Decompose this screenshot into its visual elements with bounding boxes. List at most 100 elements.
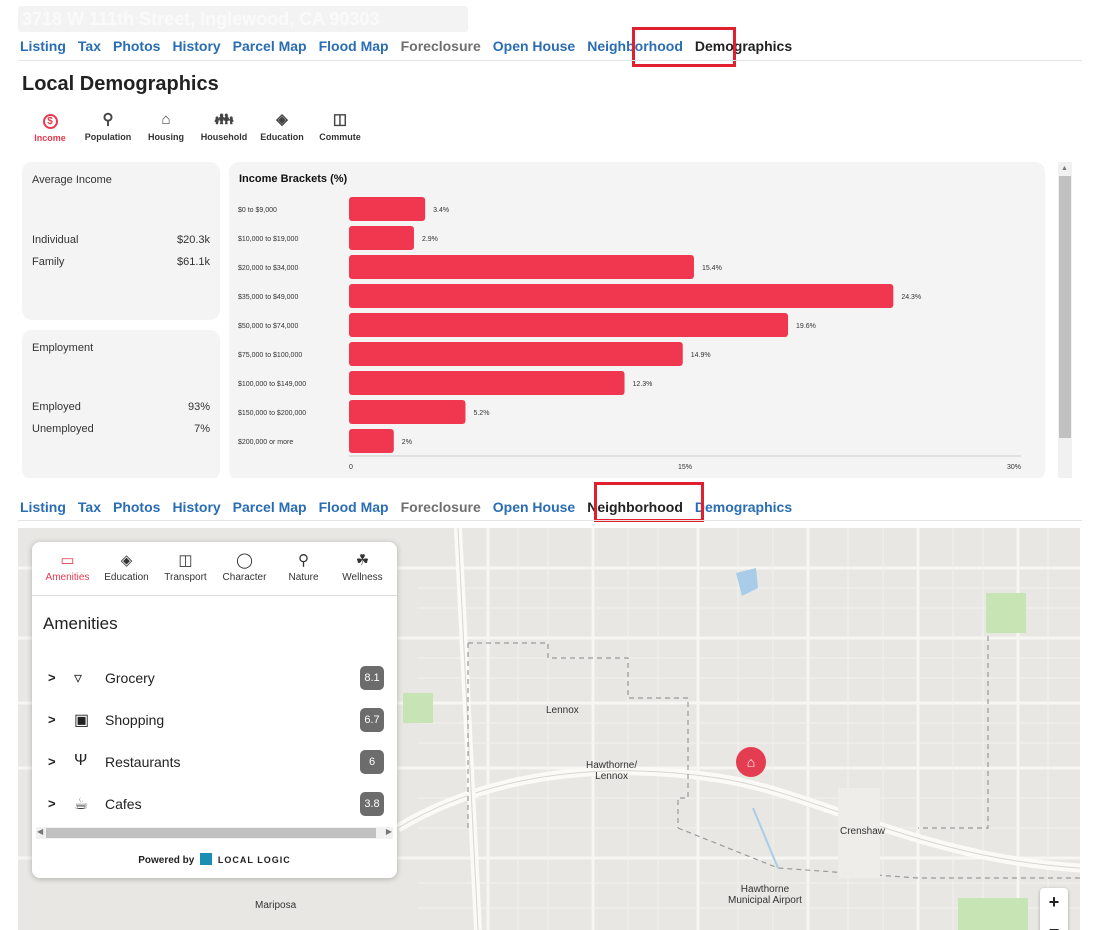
tab-demographics[interactable]: Demographics: [695, 499, 792, 515]
tab-photos[interactable]: Photos: [113, 38, 160, 54]
map-label-airport: Hawthorne Municipal Airport: [728, 884, 802, 906]
category-label: Education: [260, 132, 304, 142]
category-label: Commute: [319, 132, 361, 142]
card-title: Average Income: [32, 174, 112, 186]
panel-divider: [32, 595, 397, 596]
income-bar: [349, 255, 694, 279]
tab-foreclosure[interactable]: Foreclosure: [401, 38, 481, 54]
home-pin-icon[interactable]: ⌂: [736, 747, 766, 777]
row-label: Family: [32, 256, 65, 268]
chevron-right-icon[interactable]: >: [48, 670, 56, 685]
tab-listing[interactable]: Listing: [20, 499, 66, 515]
family-icon: 👪︎: [214, 111, 234, 128]
scrollbar-thumb[interactable]: [46, 828, 376, 838]
scroll-right-arrow[interactable]: ▶: [386, 827, 392, 836]
score-badge: 3.8: [360, 792, 384, 816]
x-tick-label: 0: [349, 464, 353, 471]
tab-tax[interactable]: Tax: [78, 499, 101, 515]
bracket-label: $50,000 to $74,000: [238, 323, 298, 330]
bar-value-label: 2%: [402, 439, 412, 446]
utensils-icon: Ψ: [74, 752, 88, 769]
income-bar: [349, 284, 894, 308]
brand-name: LOCAL LOGIC: [217, 855, 291, 865]
chevron-right-icon[interactable]: >: [48, 712, 56, 727]
zoom-controls: + −: [1040, 888, 1068, 930]
scroll-up-arrow[interactable]: ▲: [1061, 165, 1068, 172]
map-label-hawthorne-lennox: Hawthorne/ Lennox: [586, 760, 638, 782]
park: [986, 593, 1026, 633]
bracket-label: $20,000 to $34,000: [238, 265, 298, 272]
score-badge: 8.1: [360, 666, 384, 690]
employment-card: Employment Employed 93% Unemployed 7%: [22, 330, 220, 478]
tab-character[interactable]: ◯ Character: [215, 552, 274, 583]
tab-label: Education: [104, 572, 149, 583]
category-population[interactable]: ⚲ Population: [80, 112, 136, 143]
tab-open-house[interactable]: Open House: [493, 38, 575, 54]
tab-label: Character: [222, 572, 267, 583]
tab-parcel-map[interactable]: Parcel Map: [233, 38, 307, 54]
tab-label: Amenities: [45, 572, 90, 583]
map-label-mariposa: Mariposa: [255, 900, 297, 911]
tab-history[interactable]: History: [172, 38, 220, 54]
tab-label: Nature: [288, 572, 319, 583]
category-label: Housing: [148, 132, 184, 142]
neighborhood-category-tabs: ▭ Amenities ◈ Education ◫ Transport ◯ Ch…: [38, 552, 392, 583]
income-bar: [349, 197, 426, 221]
category-commute[interactable]: ◫ Commute: [312, 112, 368, 143]
scrollbar-thumb[interactable]: [1059, 176, 1071, 438]
tab-parcel-map[interactable]: Parcel Map: [233, 499, 307, 515]
demographics-view: 3718 W 111th Street, Inglewood, CA 90303…: [0, 0, 1098, 478]
zoom-out-button[interactable]: −: [1040, 916, 1068, 930]
tab-open-house[interactable]: Open House: [493, 499, 575, 515]
vertical-scrollbar[interactable]: ▲: [1058, 162, 1072, 478]
tab-label: Wellness: [342, 572, 383, 583]
bracket-label: $35,000 to $49,000: [238, 294, 298, 301]
tab-tax[interactable]: Tax: [78, 38, 101, 54]
row-value: 93%: [187, 401, 210, 413]
category-income[interactable]: $ Income: [22, 112, 78, 143]
amenity-row-cafes[interactable]: > ☕︎ Cafes 3.8: [48, 790, 384, 820]
people-search-icon: ⚲: [102, 111, 114, 128]
tab-flood-map[interactable]: Flood Map: [319, 499, 389, 515]
category-housing[interactable]: ⌂ Housing: [138, 112, 194, 143]
category-household[interactable]: 👪︎ Household: [196, 112, 252, 143]
map-label-lennox: Lennox: [546, 705, 579, 716]
tab-education[interactable]: ◈ Education: [97, 552, 156, 583]
amenity-row-grocery[interactable]: > ▿ Grocery 8.1: [48, 664, 384, 694]
tab-foreclosure[interactable]: Foreclosure: [401, 499, 481, 515]
chevron-right-icon[interactable]: >: [48, 796, 56, 811]
chevron-right-icon[interactable]: >: [48, 754, 56, 769]
bracket-label: $100,000 to $149,000: [238, 381, 306, 388]
local-logic-logo-icon: [200, 853, 213, 865]
amenity-row-restaurants[interactable]: > Ψ Restaurants 6: [48, 748, 384, 778]
tab-nature[interactable]: ⚲ Nature: [274, 552, 333, 583]
tab-listing[interactable]: Listing: [20, 38, 66, 54]
x-tick-label: 30%: [1007, 464, 1021, 471]
neighborhood-view: Listing Tax Photos History Parcel Map Fl…: [0, 478, 1098, 930]
shopping-bag-icon: ▭: [60, 552, 75, 569]
tab-label: Transport: [164, 572, 207, 583]
amenity-row-shopping[interactable]: > ▣ Shopping 6.7: [48, 706, 384, 736]
row-label: Individual: [32, 234, 79, 246]
active-tab-highlight: [594, 482, 704, 522]
tabs-divider: [18, 520, 1082, 521]
tab-amenities[interactable]: ▭ Amenities: [38, 552, 97, 583]
bracket-label: $75,000 to $100,000: [238, 352, 302, 359]
tab-history[interactable]: History: [172, 499, 220, 515]
tab-photos[interactable]: Photos: [113, 499, 160, 515]
palette-icon: ◯: [236, 552, 253, 569]
income-brackets-chart: $0 to $9,000 3.4% $10,000 to $19,000 2.9% $2…: [238, 197, 1021, 471]
category-label: Household: [200, 132, 248, 142]
category-education[interactable]: ◈ Education: [254, 112, 310, 143]
tab-transport[interactable]: ◫ Transport: [156, 552, 215, 583]
bar-value-label: 12.3%: [633, 381, 653, 388]
tab-flood-map[interactable]: Flood Map: [319, 38, 389, 54]
zoom-in-button[interactable]: +: [1040, 888, 1068, 916]
horizontal-scrollbar[interactable]: ◀ ▶: [36, 827, 393, 839]
tab-wellness[interactable]: ☘ Wellness: [333, 552, 392, 583]
amenity-label: Grocery: [105, 670, 155, 686]
panel-title: Amenities: [43, 614, 118, 633]
scroll-left-arrow[interactable]: ◀: [37, 827, 43, 836]
bar-value-label: 19.6%: [796, 323, 816, 330]
income-bar: [349, 342, 683, 366]
